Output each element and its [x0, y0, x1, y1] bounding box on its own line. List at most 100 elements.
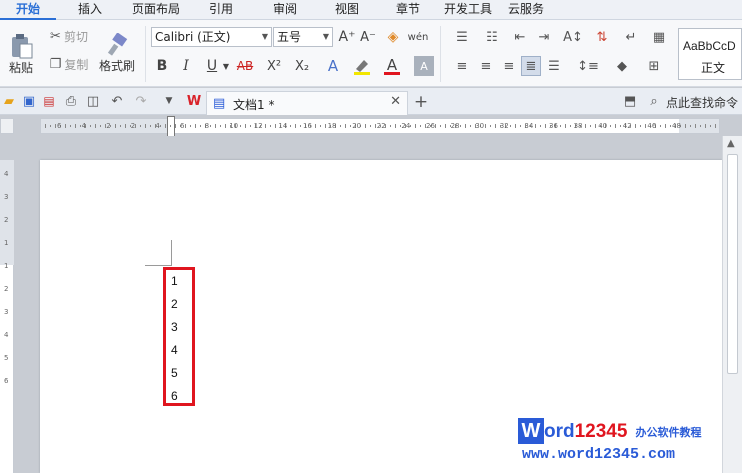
borders-button[interactable]: ⊞ [640, 56, 668, 76]
ruler-tick [210, 125, 211, 127]
tab-view[interactable]: 视图 [316, 0, 378, 20]
underline-button[interactable]: U [202, 56, 222, 76]
tab-page-layout[interactable]: 页面布局 [124, 0, 188, 20]
style-gallery-normal[interactable]: AaBbCcD 正文 [678, 28, 742, 80]
undo-button[interactable]: ↶ [108, 92, 126, 110]
superscript-button[interactable]: X² [263, 56, 285, 76]
font-color-swatch [384, 71, 400, 75]
horizontal-ruler[interactable]: 6 4 2 2 4 6 8 10 12 14 16 18 20 22 24 26 28 30 32 34 36 38 40 4… [40, 116, 720, 138]
ruler-tick [350, 125, 351, 127]
brush-icon [107, 32, 128, 56]
sort-button[interactable]: ⇅ [592, 27, 612, 47]
ruler-tick [270, 125, 271, 127]
increase-indent-button[interactable]: ⇥ [534, 27, 554, 47]
justify-button[interactable]: ≣ [521, 56, 541, 76]
numbering-button[interactable]: ☷ [480, 27, 504, 47]
ruler-number: 10 [229, 122, 239, 130]
document-tab[interactable]: ▤ 文档1 * ✕ [206, 91, 408, 115]
pin-toolbar-button[interactable]: ⬒ [622, 93, 638, 109]
tab-section[interactable]: 章节 [378, 0, 438, 20]
ruler-tick [635, 124, 636, 128]
format-painter-label: 格式刷 [98, 58, 135, 73]
document-title: 文档1 * [233, 98, 275, 112]
ruler-corner[interactable] [0, 118, 14, 134]
vertical-scrollbar[interactable]: ▲ [722, 136, 742, 473]
paragraph-mark-icon: ↵ [625, 29, 637, 45]
customize-toolbar-button[interactable]: ▼ [160, 92, 178, 110]
tab-references[interactable]: 引用 [188, 0, 254, 20]
export-pdf-button[interactable]: ▤ [40, 92, 58, 110]
ruler-tick [160, 125, 161, 127]
ruler-tick [125, 124, 126, 128]
ruler-tick [685, 124, 686, 128]
highlight-button[interactable] [350, 56, 374, 76]
wps-home-button[interactable]: W [184, 92, 204, 110]
font-size-select[interactable]: 五号 ▼ [273, 27, 333, 47]
align-right-button[interactable]: ≡ [499, 56, 519, 76]
font-size-cycle-button[interactable]: A↕ [560, 27, 586, 47]
scrollbar-thumb[interactable] [727, 154, 738, 374]
text-size-icon: A↕ [563, 29, 583, 45]
redo-button[interactable]: ↷ [132, 92, 150, 110]
redo-icon: ↷ [135, 93, 147, 109]
line-spacing-button[interactable]: ↕≡ [574, 56, 602, 76]
tab-cloud[interactable]: 云服务 [498, 0, 554, 20]
ruler-tick [340, 125, 341, 127]
format-painter-button[interactable]: 格式刷 [96, 24, 138, 82]
bold-button[interactable]: B [152, 56, 172, 76]
vertical-ruler[interactable]: 4 3 2 1 1 2 3 4 5 6 [0, 160, 14, 473]
command-search-label[interactable]: 点此查找命令 [666, 94, 738, 111]
clear-format-button[interactable]: ◈ [382, 27, 404, 47]
show-marks-button[interactable]: ↵ [620, 27, 642, 47]
tab-developer[interactable]: 开发工具 [438, 0, 498, 20]
ruler-number: 5 [4, 354, 9, 362]
ruler-number: 3 [4, 193, 9, 201]
text-effect-button[interactable]: A [322, 56, 344, 76]
distribute-button[interactable]: ☰ [544, 56, 564, 76]
tab-review[interactable]: 审阅 [254, 0, 316, 20]
distribute-icon: ☰ [548, 58, 560, 74]
align-right-icon: ≡ [503, 58, 515, 74]
ruler-number: 16 [303, 122, 312, 130]
align-left-button[interactable]: ≡ [452, 56, 472, 76]
highlighted-number-list[interactable]: 1 2 3 4 5 6 [163, 267, 195, 406]
paste-button[interactable]: 粘贴 [4, 26, 38, 82]
shading-button[interactable]: ◆ [608, 56, 636, 76]
new-tab-button[interactable]: + [412, 92, 430, 112]
scroll-up-icon[interactable]: ▲ [727, 138, 735, 149]
phonetic-button[interactable]: wén [406, 27, 430, 47]
subscript-button[interactable]: X₂ [291, 56, 313, 76]
save-button[interactable]: ▣ [20, 92, 38, 110]
close-icon[interactable]: ✕ [390, 94, 401, 109]
print-button[interactable]: ⎙ [62, 92, 80, 110]
copy-button[interactable]: ❐ 复制 [46, 54, 92, 74]
open-button[interactable]: ▰ [0, 92, 18, 110]
chevron-down-icon[interactable]: ▼ [221, 56, 231, 76]
shrink-font-button[interactable]: A⁻ [358, 27, 378, 47]
cut-label: 剪切 [63, 29, 88, 44]
text-effect-icon: A [327, 57, 339, 75]
ruler-tick [115, 124, 116, 128]
indent-marker[interactable] [167, 116, 175, 138]
grow-font-button[interactable]: A⁺ [337, 27, 357, 47]
ruler-tick [620, 125, 621, 127]
tab-home[interactable]: 开始 [0, 0, 56, 20]
font-family-select[interactable]: Calibri (正文) ▼ [151, 27, 272, 47]
table-button[interactable]: ▦ [648, 27, 670, 47]
number-line: 1 [171, 274, 178, 288]
ruler-tick [515, 124, 516, 128]
strikethrough-button[interactable]: AB [233, 56, 257, 76]
italic-button[interactable]: I [176, 56, 196, 76]
print-preview-button[interactable]: ◫ [84, 92, 102, 110]
font-color-button[interactable]: A [380, 56, 404, 76]
divider [145, 26, 146, 82]
decrease-indent-button[interactable]: ⇤ [510, 27, 530, 47]
char-shading-button[interactable]: A [414, 56, 434, 76]
bullets-button[interactable]: ☰ [450, 27, 474, 47]
align-center-button[interactable]: ≡ [476, 56, 496, 76]
tab-insert[interactable]: 插入 [56, 0, 124, 20]
ruler-number: 22 [376, 122, 386, 130]
search-icon[interactable]: ⌕ [646, 93, 662, 109]
ruler-number: 2 [4, 285, 9, 293]
cut-button[interactable]: ✂ 剪切 [46, 26, 92, 46]
